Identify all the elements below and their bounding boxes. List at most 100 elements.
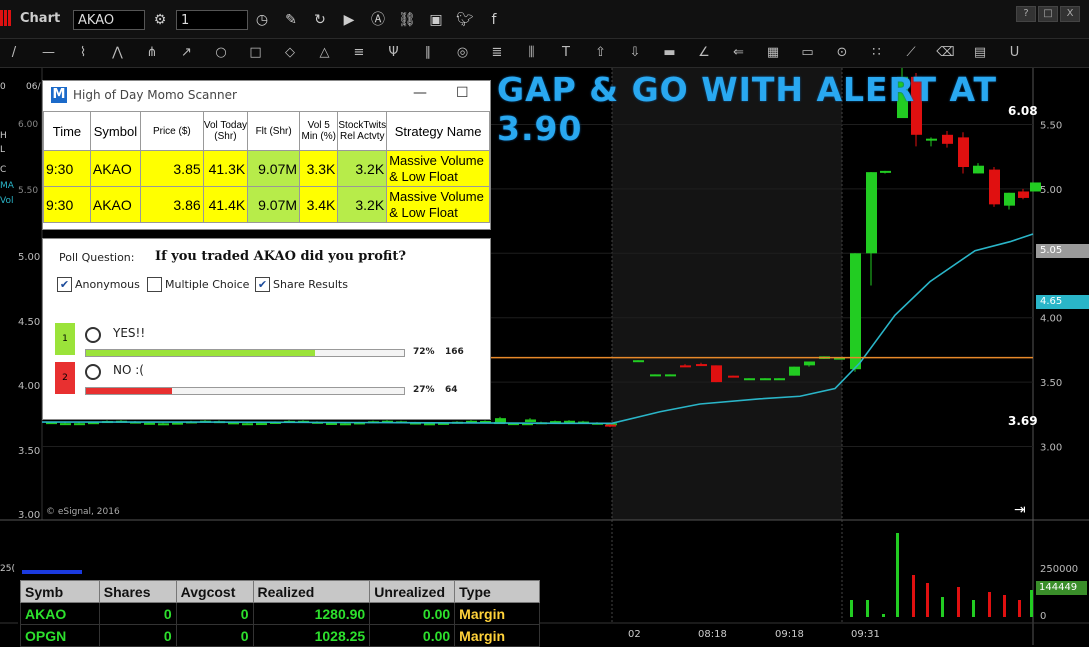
grid-icon[interactable]: ▦ <box>763 43 783 63</box>
scanner-column-header[interactable]: Time <box>43 111 91 151</box>
volume-bar <box>941 597 944 617</box>
scanner-column-header[interactable]: StockTwits Rel Actvty <box>337 111 388 151</box>
mob-icon[interactable]: ▭ <box>798 43 818 63</box>
scanner-column-header[interactable]: Symbol <box>89 111 142 151</box>
time-label-0818: 08:18 <box>698 629 727 640</box>
multiple-choice-checkbox[interactable] <box>147 277 162 292</box>
scanner-column-header[interactable]: Vol Today (Shr) <box>202 111 249 151</box>
magnet-icon[interactable]: U <box>1005 43 1025 63</box>
fork-icon[interactable]: ⋔ <box>142 43 162 63</box>
text-icon[interactable]: T <box>556 43 576 63</box>
candle-body <box>880 170 891 173</box>
rectangle-icon[interactable]: □ <box>246 43 266 63</box>
candle-body <box>242 423 253 426</box>
angle-icon[interactable]: ∠ <box>694 43 714 63</box>
positions-column-header[interactable]: Symb <box>20 580 100 603</box>
price-axis-label: 5.00 <box>1040 185 1062 196</box>
channel-icon[interactable]: ≡ <box>349 43 369 63</box>
left-axis-500: 5.00 <box>18 252 41 263</box>
price-axis-label: 3.50 <box>1040 378 1062 389</box>
ma-value-badge: 4.65 <box>1036 295 1089 309</box>
scanner-title-bar: M High of Day Momo Scanner — ☐ <box>43 81 490 109</box>
candle-body <box>728 375 739 378</box>
line-tool-icon[interactable]: / <box>4 43 24 63</box>
anonymous-checkbox[interactable]: ✔ <box>57 277 72 292</box>
left-fragment-vol: Vol <box>0 196 14 206</box>
left-fragment-ma: MA <box>0 181 14 191</box>
wave-icon[interactable]: ⋀ <box>108 43 128 63</box>
answer-2-count: 64 <box>445 385 458 395</box>
minimize-icon[interactable]: — <box>413 85 427 101</box>
help-button[interactable]: ? <box>1016 6 1036 22</box>
vertical-lines-icon[interactable]: ⫼ <box>522 43 542 63</box>
box-icon[interactable]: ▬ <box>660 43 680 63</box>
eraser2-icon[interactable]: ⌫ <box>936 43 956 63</box>
pencil-icon[interactable]: ⌇ <box>73 43 93 63</box>
scanner-column-header[interactable]: Price ($) <box>140 111 204 151</box>
pti-icon[interactable]: ∷ <box>867 43 887 63</box>
hline-tool-icon[interactable]: — <box>39 43 59 63</box>
fork-tool-icon[interactable]: Ψ <box>384 43 404 63</box>
positions-window: Symb Shares Avgcost Realized Unrealized Type … <box>18 570 540 647</box>
scanner-column-header[interactable]: Strategy Name <box>386 111 490 151</box>
fib-icon[interactable]: ≣ <box>487 43 507 63</box>
positions-column-header[interactable]: Shares <box>98 580 177 603</box>
poll-question-label: Poll Question: <box>59 251 135 264</box>
settings-icon[interactable]: ⚙ <box>150 10 170 30</box>
parallel-icon[interactable]: ∥ <box>418 43 438 63</box>
maximize-button[interactable]: □ <box>1038 6 1058 22</box>
positions-column-header[interactable]: Realized <box>252 580 371 603</box>
target-icon[interactable]: ◎ <box>453 43 473 63</box>
ellipse-icon[interactable]: ○ <box>211 43 231 63</box>
answer-1-badge: 1 <box>55 323 75 355</box>
volume-bar <box>988 592 991 617</box>
answer-1-radio[interactable] <box>85 327 101 343</box>
chat-icon[interactable]: ▣ <box>426 10 446 30</box>
volume-axis-0: 0 <box>1040 611 1047 622</box>
twitter-icon[interactable]: 🐦︎ <box>455 10 475 30</box>
alert-icon[interactable]: Ⓐ <box>368 10 388 30</box>
positions-cell: AKAO <box>20 602 100 625</box>
scanner-row[interactable]: 9:30 AKAO 3.85 41.3K 9.07M 3.3K 3.2K Massive Vo… <box>43 150 490 187</box>
maximize-icon[interactable]: ☐ <box>456 85 469 101</box>
positions-column-header[interactable]: Type <box>454 580 540 603</box>
scanner-cell: 9.07M <box>247 150 301 187</box>
up-arrow-icon[interactable]: ⇧ <box>591 43 611 63</box>
scanner-column-header[interactable]: Flt (Shr) <box>247 111 301 151</box>
anonymous-label: Anonymous <box>75 278 140 291</box>
scroll-end-icon[interactable]: ⇥ <box>1014 502 1026 518</box>
left-fragment-600: 6.00 <box>18 120 39 130</box>
measure-icon[interactable]: ⟋ <box>901 43 921 63</box>
multiple-choice-label: Multiple Choice <box>165 278 250 291</box>
window-title: Chart <box>20 11 61 26</box>
play-icon[interactable]: ▶ <box>339 10 359 30</box>
down-arrow-icon[interactable]: ⇩ <box>625 43 645 63</box>
positions-row[interactable]: AKAO 0 0 1280.90 0.00 Margin <box>20 602 540 625</box>
clock-icon[interactable]: ◷ <box>252 10 272 30</box>
candle-body <box>1004 192 1015 206</box>
positions-row[interactable]: OPGN 0 0 1028.25 0.00 Margin <box>20 624 540 647</box>
back-arrow-icon[interactable]: ⇐ <box>729 43 749 63</box>
answer-2-radio[interactable] <box>85 364 101 380</box>
triangle-icon[interactable]: △ <box>315 43 335 63</box>
volume-bar <box>850 600 853 617</box>
td-icon[interactable]: ⊙ <box>832 43 852 63</box>
pencil-icon[interactable]: ✎ <box>281 10 301 30</box>
arrow-tool-icon[interactable]: ↗ <box>177 43 197 63</box>
symbol-input[interactable]: AKAO <box>73 10 145 30</box>
candle-body <box>605 424 616 427</box>
share-results-checkbox[interactable]: ✔ <box>255 277 270 292</box>
eraser-icon[interactable]: ◇ <box>280 43 300 63</box>
interval-input[interactable]: 1 <box>176 10 248 30</box>
scanner-cell: Massive Volume & Low Float <box>386 186 490 223</box>
close-button[interactable]: X <box>1060 6 1080 22</box>
level-alert-label: 3.69 <box>1008 414 1038 428</box>
positions-column-header[interactable]: Unrealized <box>369 580 456 603</box>
facebook-icon[interactable]: f <box>484 10 504 30</box>
refresh-icon[interactable]: ↻ <box>310 10 330 30</box>
scanner-row[interactable]: 9:30 AKAO 3.86 41.4K 9.07M 3.4K 3.2K Massive Vo… <box>43 186 490 223</box>
scanner-column-header[interactable]: Vol 5 Min (%) <box>299 111 339 151</box>
link-icon[interactable]: ⛓ <box>397 10 417 30</box>
comment-icon[interactable]: ▤ <box>970 43 990 63</box>
positions-column-header[interactable]: Avgcost <box>175 580 254 603</box>
